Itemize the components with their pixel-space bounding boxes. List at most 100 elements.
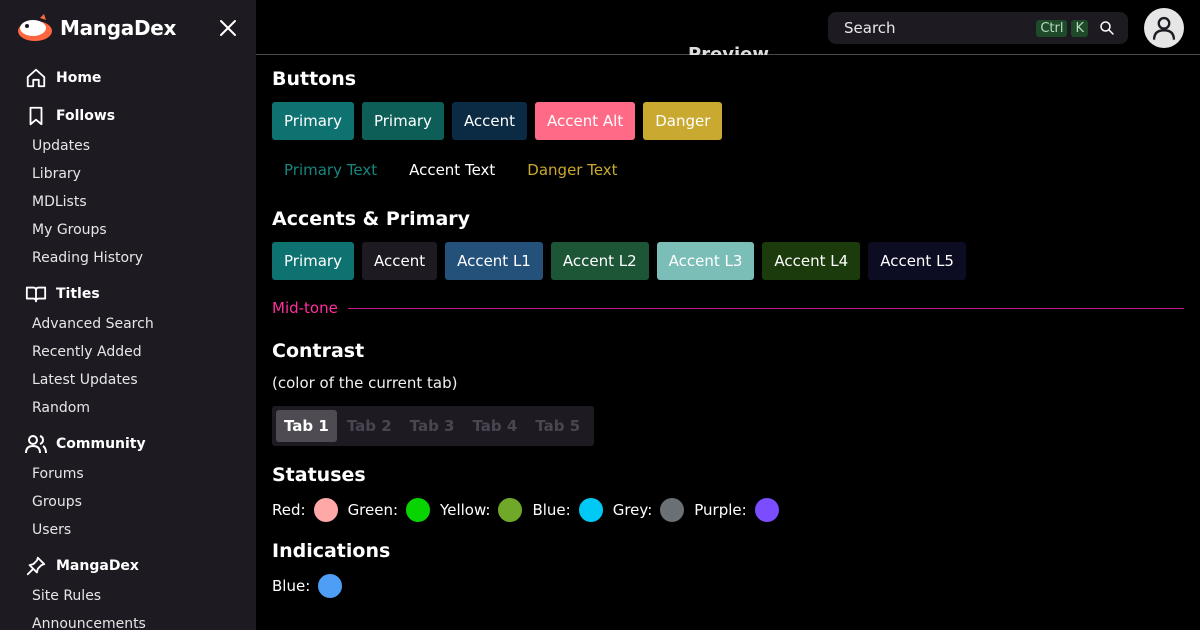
status-label: Green: xyxy=(347,501,399,519)
status-dot xyxy=(578,498,603,522)
indication-label: Blue: xyxy=(272,577,311,595)
sidebar-section-titles[interactable]: Titles xyxy=(0,278,256,310)
indication-blue: Blue: xyxy=(272,574,343,598)
sidebar-item-reading-history[interactable]: Reading History xyxy=(0,244,256,272)
status-blue: Blue: xyxy=(532,498,603,522)
tab-tab-5[interactable]: Tab 5 xyxy=(527,410,588,442)
status-dot xyxy=(660,498,685,522)
status-yellow: Yellow: xyxy=(440,498,523,522)
close-icon[interactable] xyxy=(216,16,240,40)
sidebar: MangaDex Home Follows Updates Library MD… xyxy=(0,0,256,630)
sidebar-section-label: Community xyxy=(56,436,146,452)
status-green: Green: xyxy=(347,498,431,522)
mangadex-logo-icon xyxy=(18,14,52,41)
sidebar-item-library[interactable]: Library xyxy=(0,160,256,188)
main-content: Buttons Primary Primary Accent Accent Alt Da… xyxy=(272,56,1184,630)
top-bar: Preview Search Ctrl K xyxy=(256,0,1200,55)
buttons-row: Primary Primary Accent Accent Alt Danger xyxy=(272,102,723,140)
bookmark-icon xyxy=(24,104,48,128)
primary-text-button[interactable]: Primary Text xyxy=(272,158,389,182)
sidebar-item-forums[interactable]: Forums xyxy=(0,460,256,488)
sidebar-item-updates[interactable]: Updates xyxy=(0,132,256,160)
accent-l5-swatch-button[interactable]: Accent L5 xyxy=(868,242,966,280)
sidebar-item-users[interactable]: Users xyxy=(0,516,256,544)
sidebar-section-home[interactable]: Home xyxy=(0,62,256,94)
status-dot xyxy=(754,498,779,522)
brand[interactable]: MangaDex xyxy=(16,12,176,44)
preview-heading: Preview xyxy=(688,44,770,55)
accent-swatch-button[interactable]: Accent xyxy=(361,242,438,280)
status-label: Yellow: xyxy=(440,501,491,519)
users-icon xyxy=(24,432,48,456)
sidebar-item-latest-updates[interactable]: Latest Updates xyxy=(0,366,256,394)
text-buttons-row: Primary Text Accent Text Danger Text xyxy=(272,158,638,182)
sidebar-section-mangadex[interactable]: MangaDex xyxy=(0,550,256,582)
accents-row: Primary Accent Accent L1 Accent L2 Accent L3… xyxy=(272,242,966,280)
tab-tab-1[interactable]: Tab 1 xyxy=(276,410,337,442)
sidebar-nav: Home Follows Updates Library MDLists My … xyxy=(0,62,256,630)
primary-button-2[interactable]: Primary xyxy=(361,102,444,140)
tab-tab-4[interactable]: Tab 4 xyxy=(464,410,525,442)
sidebar-section-label: Titles xyxy=(56,286,100,302)
sidebar-section-follows[interactable]: Follows xyxy=(0,100,256,132)
status-dot xyxy=(406,498,431,522)
status-dot xyxy=(313,498,338,522)
sidebar-item-groups[interactable]: Groups xyxy=(0,488,256,516)
book-open-icon xyxy=(24,282,48,306)
tab-tab-2[interactable]: Tab 2 xyxy=(339,410,400,442)
search-bar[interactable]: Search Ctrl K xyxy=(828,12,1128,44)
sidebar-item-recently-added[interactable]: Recently Added xyxy=(0,338,256,366)
status-label: Grey: xyxy=(612,501,653,519)
status-label: Purple: xyxy=(694,501,747,519)
danger-text-button[interactable]: Danger Text xyxy=(515,158,629,182)
sidebar-section-label: MangaDex xyxy=(56,558,139,574)
accent-l3-swatch-button[interactable]: Accent L3 xyxy=(656,242,755,280)
sidebar-item-mdlists[interactable]: MDLists xyxy=(0,188,256,216)
brand-name: MangaDex xyxy=(60,16,177,40)
primary-swatch-button[interactable]: Primary xyxy=(272,242,354,280)
search-input[interactable]: Search xyxy=(844,19,1036,37)
accents-heading: Accents & Primary xyxy=(272,208,471,230)
status-purple: Purple: xyxy=(694,498,779,522)
status-dot xyxy=(498,498,523,522)
indications-heading: Indications xyxy=(272,540,391,562)
user-icon xyxy=(1152,16,1176,40)
tab-bar: Tab 1 Tab 2 Tab 3 Tab 4 Tab 5 xyxy=(272,406,595,446)
statuses-heading: Statuses xyxy=(272,464,366,486)
buttons-heading: Buttons xyxy=(272,68,357,90)
sidebar-section-label: Home xyxy=(56,70,102,86)
accent-text-button[interactable]: Accent Text xyxy=(397,158,507,182)
indications-row: Blue: xyxy=(272,574,352,598)
tab-tab-3[interactable]: Tab 3 xyxy=(402,410,463,442)
sidebar-item-announcements[interactable]: Announcements xyxy=(0,610,256,630)
home-icon xyxy=(24,66,48,90)
midtone-label: Mid-tone xyxy=(272,299,338,317)
sidebar-section-community[interactable]: Community xyxy=(0,428,256,460)
sidebar-section-label: Follows xyxy=(56,108,116,124)
contrast-subtitle: (color of the current tab) xyxy=(272,374,458,392)
contrast-heading: Contrast xyxy=(272,340,365,362)
accent-alt-button-4[interactable]: Accent Alt xyxy=(535,102,636,140)
accent-l2-swatch-button[interactable]: Accent L2 xyxy=(550,242,649,280)
pin-icon xyxy=(24,554,48,578)
accent-button-3[interactable]: Accent xyxy=(451,102,528,140)
sidebar-item-advanced-search[interactable]: Advanced Search xyxy=(0,310,256,338)
status-label: Blue: xyxy=(532,501,571,519)
user-avatar[interactable] xyxy=(1144,8,1184,48)
status-grey: Grey: xyxy=(613,498,685,522)
accent-l1-swatch-button[interactable]: Accent L1 xyxy=(445,242,543,280)
sidebar-item-random[interactable]: Random xyxy=(0,394,256,422)
status-red: Red: xyxy=(272,498,338,522)
midtone-divider: Mid-tone xyxy=(272,299,1184,317)
accent-l4-swatch-button[interactable]: Accent L4 xyxy=(762,242,861,280)
status-label: Red: xyxy=(272,501,306,519)
indication-dot xyxy=(318,574,343,598)
shortcut-k-badge: K xyxy=(1071,19,1088,37)
shortcut-ctrl-badge: Ctrl xyxy=(1036,19,1068,37)
search-icon[interactable] xyxy=(1098,19,1116,37)
statuses-row: Red: Green: Yellow: Blue: Grey: Purple: xyxy=(272,498,789,522)
primary-button-1[interactable]: Primary xyxy=(272,102,354,140)
sidebar-item-site-rules[interactable]: Site Rules xyxy=(0,582,256,610)
danger-button-5[interactable]: Danger xyxy=(643,102,723,140)
sidebar-item-my-groups[interactable]: My Groups xyxy=(0,216,256,244)
